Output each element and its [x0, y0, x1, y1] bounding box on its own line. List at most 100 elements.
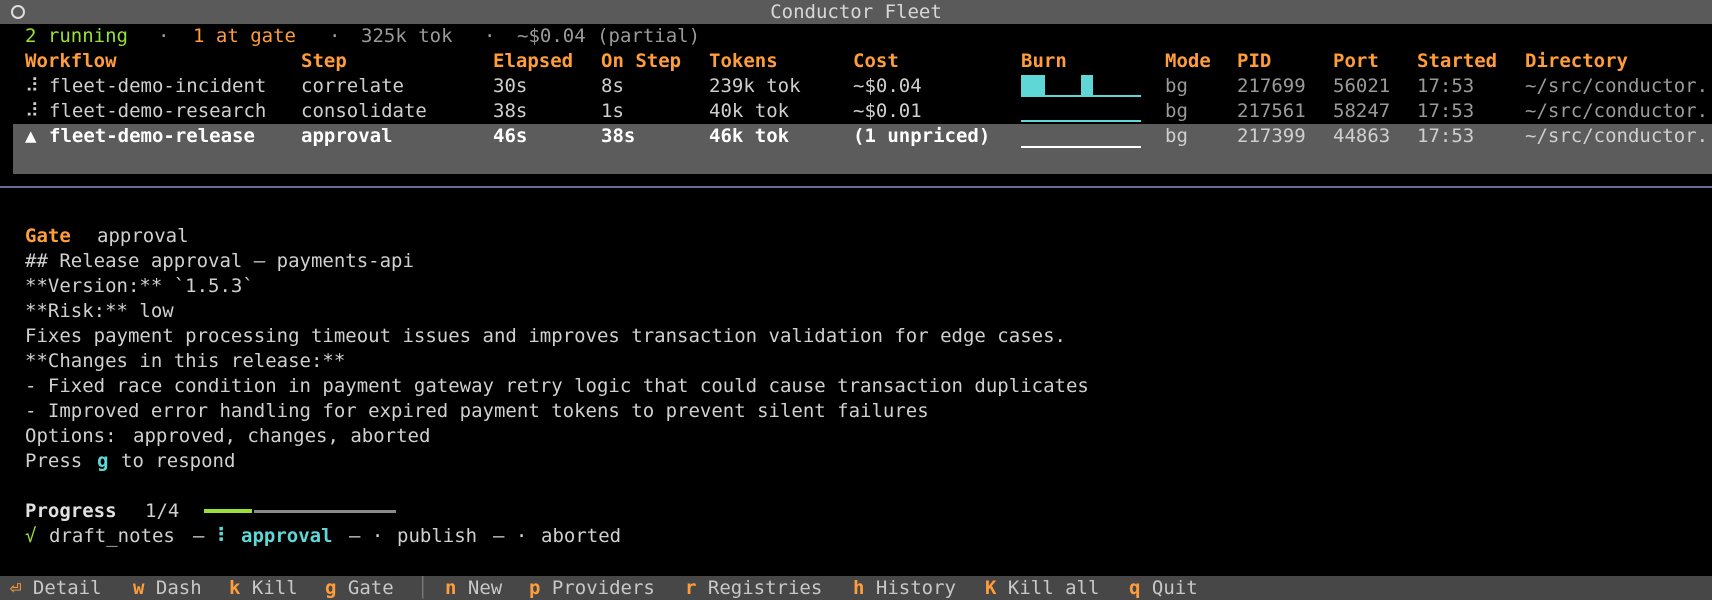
check-icon: √	[25, 525, 37, 547]
pid: 217699	[1237, 75, 1306, 97]
gate-body-line: ## Release approval — payments-api	[25, 250, 414, 272]
directory: ~/src/conductor.	[1525, 75, 1709, 97]
gate-warning-icon: ▲	[25, 125, 37, 147]
elapsed: 46s	[493, 125, 528, 147]
cost: ~$0.01	[853, 100, 922, 122]
summary-dot: ·	[158, 25, 170, 47]
elapsed: 30s	[493, 75, 528, 97]
col-elapsed[interactable]: Elapsed	[493, 49, 573, 74]
burn-sparkline	[1021, 120, 1141, 122]
col-workflow[interactable]: Workflow	[25, 49, 117, 74]
respond-key[interactable]: g	[97, 449, 108, 474]
mode: bg	[1165, 100, 1188, 122]
shortcut-registries[interactable]: r Registries	[685, 576, 822, 600]
gate-label: Gate	[25, 225, 71, 247]
running-count: 2 running	[25, 25, 128, 47]
pipeline-separator: —	[193, 525, 205, 547]
tokens: 239k tok	[709, 75, 801, 97]
port: 58247	[1333, 100, 1391, 122]
port: 56021	[1333, 75, 1391, 97]
on-step: 38s	[601, 125, 636, 147]
pipeline-step-pending: publish	[397, 525, 478, 547]
press-prefix: Press	[25, 450, 83, 472]
workflow-name: fleet-demo-research	[49, 100, 267, 122]
footer-separator: │	[417, 577, 429, 599]
on-step: 1s	[601, 100, 624, 122]
shortcut-new[interactable]: n New	[445, 576, 502, 600]
col-port[interactable]: Port	[1333, 49, 1379, 74]
gate-step: approval	[97, 225, 189, 247]
col-tokens[interactable]: Tokens	[709, 49, 778, 74]
col-step[interactable]: Step	[301, 49, 347, 74]
tokens: 46k tok	[709, 125, 790, 147]
progress-bar-fill	[204, 509, 252, 513]
burn-bar	[1081, 75, 1093, 97]
elapsed: 38s	[493, 100, 528, 122]
col-started[interactable]: Started	[1417, 49, 1497, 74]
options-value: approved, changes, aborted	[133, 425, 431, 447]
press-suffix: to respond	[121, 450, 236, 472]
on-step: 8s	[601, 75, 624, 97]
pid: 217561	[1237, 100, 1306, 122]
pid: 217399	[1237, 125, 1306, 147]
pipeline-separator: — ·	[349, 525, 384, 547]
step-name: approval	[301, 125, 393, 147]
burn-bar	[1021, 75, 1045, 97]
pipeline-step-done: draft_notes	[49, 525, 175, 547]
spinner-icon: ⠇	[217, 525, 231, 547]
mode: bg	[1165, 125, 1188, 147]
col-cost[interactable]: Cost	[853, 49, 899, 74]
pipeline-separator: — ·	[493, 525, 528, 547]
workflow-name: fleet-demo-incident	[49, 75, 267, 97]
workflow-name: fleet-demo-release	[49, 125, 255, 147]
shortcut-gate[interactable]: g Gate	[325, 576, 394, 600]
total-cost: ~$0.04 (partial)	[517, 25, 701, 47]
pane-divider[interactable]	[0, 186, 1712, 188]
gate-body-line: **Version:** `1.5.3`	[25, 275, 254, 297]
spinner-icon: ⠼	[25, 75, 39, 97]
shortcut-kill[interactable]: k Kill	[229, 576, 298, 600]
shortcut-history[interactable]: h History	[853, 576, 956, 600]
gate-body-line: **Changes in this release:**	[25, 350, 346, 372]
col-burn[interactable]: Burn	[1021, 49, 1067, 74]
directory: ~/src/conductor.	[1525, 100, 1709, 122]
step-name: correlate	[301, 75, 404, 97]
burn-baseline	[1021, 95, 1141, 97]
progress-count: 1/4	[145, 500, 180, 522]
directory: ~/src/conductor.	[1525, 125, 1709, 147]
tokens: 40k tok	[709, 100, 790, 122]
gate-body-line: - Improved error handling for expired pa…	[25, 400, 929, 422]
shortcut-kill-all[interactable]: K Kill all	[985, 576, 1099, 600]
col-directory[interactable]: Directory	[1525, 49, 1628, 74]
spinner-icon: ⠼	[25, 100, 39, 122]
total-tokens: 325k tok	[361, 25, 453, 47]
pipeline-step-pending: aborted	[541, 525, 622, 547]
mode: bg	[1165, 75, 1188, 97]
gate-body-line: **Risk:** low	[25, 300, 174, 322]
summary-dot: ·	[484, 25, 496, 47]
col-on-step[interactable]: On Step	[601, 49, 681, 74]
step-name: consolidate	[301, 100, 427, 122]
shortcut-dash[interactable]: w Dash	[133, 576, 202, 600]
enter-key-icon: ⏎	[10, 577, 22, 599]
options-label: Options:	[25, 425, 117, 447]
col-mode[interactable]: Mode	[1165, 49, 1211, 74]
keybinding-bar: ⏎ Detail w Dash k Kill g Gate │ n New p …	[0, 576, 1712, 600]
gate-body-line: - Fixed race condition in payment gatewa…	[25, 375, 1089, 397]
gate-count: 1 at gate	[193, 25, 296, 47]
shortcut-providers[interactable]: p Providers	[529, 576, 655, 600]
gate-body-line: Fixes payment processing timeout issues …	[25, 325, 1066, 347]
progress-track	[254, 510, 396, 513]
cost: (1 unpriced)	[853, 125, 991, 147]
window-title: Conductor Fleet	[770, 1, 942, 23]
col-pid[interactable]: PID	[1237, 49, 1271, 74]
progress-label: Progress	[25, 500, 117, 522]
summary-dot: ·	[329, 25, 341, 47]
started: 17:53	[1417, 125, 1475, 147]
burn-sparkline	[1021, 146, 1141, 148]
shortcut-detail[interactable]: ⏎ Detail	[10, 576, 102, 600]
started: 17:53	[1417, 75, 1475, 97]
pipeline-step-current: approval	[241, 525, 333, 547]
shortcut-quit[interactable]: q Quit	[1129, 576, 1198, 600]
port: 44863	[1333, 125, 1391, 147]
